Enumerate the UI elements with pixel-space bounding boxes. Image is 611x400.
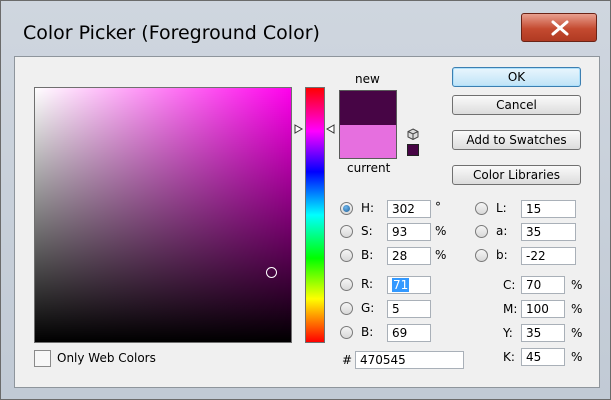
lab-a-label: a: xyxy=(496,224,508,238)
green-radio[interactable] xyxy=(340,302,353,315)
black-input[interactable]: 45 xyxy=(521,348,565,366)
ok-button[interactable]: OK xyxy=(452,67,581,87)
color-field-cursor[interactable] xyxy=(266,267,277,278)
blue-radio[interactable] xyxy=(340,326,353,339)
red-label: R: xyxy=(361,277,374,291)
red-input[interactable]: 71 xyxy=(387,276,431,294)
hex-input[interactable]: 470545 xyxy=(355,351,464,369)
close-icon xyxy=(551,20,569,36)
hue-radio[interactable] xyxy=(340,202,353,215)
current-color-swatch[interactable] xyxy=(340,125,396,158)
black-unit: % xyxy=(571,350,583,364)
brightness-input[interactable]: 28 xyxy=(387,247,431,265)
hue-slider[interactable] xyxy=(305,87,325,343)
only-web-colors-label: Only Web Colors xyxy=(57,351,156,365)
cyan-unit: % xyxy=(571,278,583,292)
red-radio[interactable] xyxy=(340,278,353,291)
color-preview xyxy=(339,90,397,159)
yellow-unit: % xyxy=(571,326,583,340)
color-libraries-button[interactable]: Color Libraries xyxy=(452,165,581,185)
lab-l-label: L: xyxy=(496,201,507,215)
magenta-input[interactable]: 100 xyxy=(521,300,565,318)
cyan-label: C: xyxy=(503,278,516,292)
new-color-label: new xyxy=(355,72,380,86)
yellow-label: Y: xyxy=(503,326,513,340)
hue-input[interactable]: 302 xyxy=(387,200,431,218)
current-color-label: current xyxy=(347,161,391,175)
black-label: K: xyxy=(503,350,515,364)
saturation-radio[interactable] xyxy=(340,225,353,238)
close-button[interactable] xyxy=(521,13,597,42)
only-web-colors-checkbox[interactable] xyxy=(34,350,51,367)
hue-label: H: xyxy=(361,201,375,215)
brightness-label: B: xyxy=(361,248,374,262)
cyan-input[interactable]: 70 xyxy=(521,276,565,294)
brightness-unit: % xyxy=(435,248,447,262)
cancel-button[interactable]: Cancel xyxy=(452,95,581,115)
window-title: Color Picker (Foreground Color) xyxy=(23,22,320,44)
saturation-input[interactable]: 93 xyxy=(387,223,431,241)
hue-slider-right-handle-icon[interactable] xyxy=(326,124,335,134)
lab-l-input[interactable]: 15 xyxy=(521,200,576,218)
lab-b-radio[interactable] xyxy=(475,249,488,262)
hex-label: # xyxy=(342,353,353,367)
red-value: 71 xyxy=(392,278,410,292)
out-of-gamut-cube-icon[interactable] xyxy=(407,128,419,140)
new-color-swatch xyxy=(340,91,396,125)
saturation-brightness-field[interactable] xyxy=(34,87,292,343)
lab-a-radio[interactable] xyxy=(475,225,488,238)
saturation-label: S: xyxy=(361,224,373,238)
dialog-window: Color Picker (Foreground Color) new curr… xyxy=(0,0,611,400)
saturation-unit: % xyxy=(435,224,447,238)
hue-unit: ° xyxy=(435,200,441,214)
magenta-unit: % xyxy=(571,302,583,316)
lab-a-input[interactable]: 35 xyxy=(521,223,576,241)
magenta-label: M: xyxy=(503,302,518,316)
lab-b-input[interactable]: -22 xyxy=(521,247,576,265)
add-to-swatches-button[interactable]: Add to Swatches xyxy=(452,130,581,150)
green-label: G: xyxy=(361,301,375,315)
lab-l-radio[interactable] xyxy=(475,202,488,215)
blue-label: B: xyxy=(361,325,374,339)
blue-input[interactable]: 69 xyxy=(387,324,431,342)
yellow-input[interactable]: 35 xyxy=(521,324,565,342)
brightness-radio[interactable] xyxy=(340,249,353,262)
green-input[interactable]: 5 xyxy=(387,300,431,318)
web-safe-swatch[interactable] xyxy=(407,144,419,156)
lab-b-label: b: xyxy=(496,248,508,262)
hue-slider-left-handle-icon[interactable] xyxy=(294,124,303,134)
